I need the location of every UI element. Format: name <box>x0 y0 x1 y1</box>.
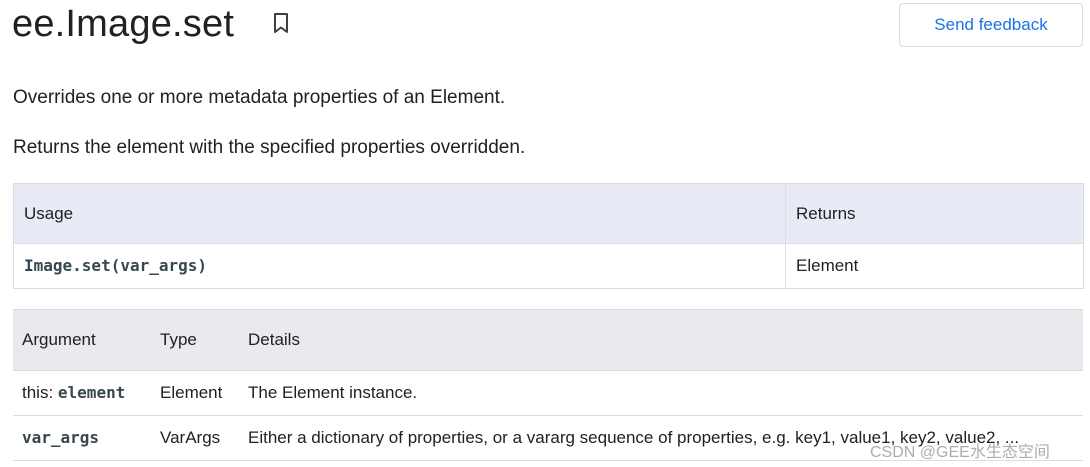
page-title: ee.Image.set <box>12 3 235 45</box>
arguments-table-header-row: Argument Type Details <box>13 309 1083 371</box>
type-cell: VarArgs <box>151 415 239 461</box>
description-line-2: Returns the element with the specified p… <box>13 137 526 158</box>
argument-prefix: this: <box>22 383 58 402</box>
argument-name: var_args <box>22 428 100 447</box>
returns-type-cell: Element <box>785 243 1084 289</box>
details-column-header: Details <box>239 309 1083 371</box>
type-column-header: Type <box>151 309 239 371</box>
table-row: this: element Element The Element instan… <box>13 370 1083 416</box>
usage-signature: Image.set(var_args) <box>24 256 208 275</box>
bookmark-icon[interactable] <box>271 12 291 34</box>
argument-column-header: Argument <box>13 309 151 371</box>
returns-column-header: Returns <box>785 183 1084 244</box>
details-cell: The Element instance. <box>239 370 1083 416</box>
description-line-1: Overrides one or more metadata propertie… <box>13 87 506 108</box>
usage-signature-cell: Image.set(var_args) <box>13 243 786 289</box>
type-cell: Element <box>151 370 239 416</box>
send-feedback-button[interactable]: Send feedback <box>899 3 1083 47</box>
argument-name: element <box>57 383 126 402</box>
usage-table-header-row: Usage Returns <box>13 183 1084 244</box>
usage-table: Usage Returns Image.set(var_args) Elemen… <box>13 183 1084 289</box>
argument-cell: this: element <box>13 370 151 416</box>
usage-column-header: Usage <box>13 183 786 244</box>
argument-cell: var_args <box>13 415 151 461</box>
watermark: CSDN @GEE水生态空间 <box>870 444 1050 461</box>
table-row: Image.set(var_args) Element <box>13 243 1084 289</box>
argument-details: The Element instance. <box>248 383 418 402</box>
returns-type: Element <box>796 256 859 275</box>
argument-type: VarArgs <box>160 428 221 447</box>
argument-type: Element <box>160 383 223 402</box>
